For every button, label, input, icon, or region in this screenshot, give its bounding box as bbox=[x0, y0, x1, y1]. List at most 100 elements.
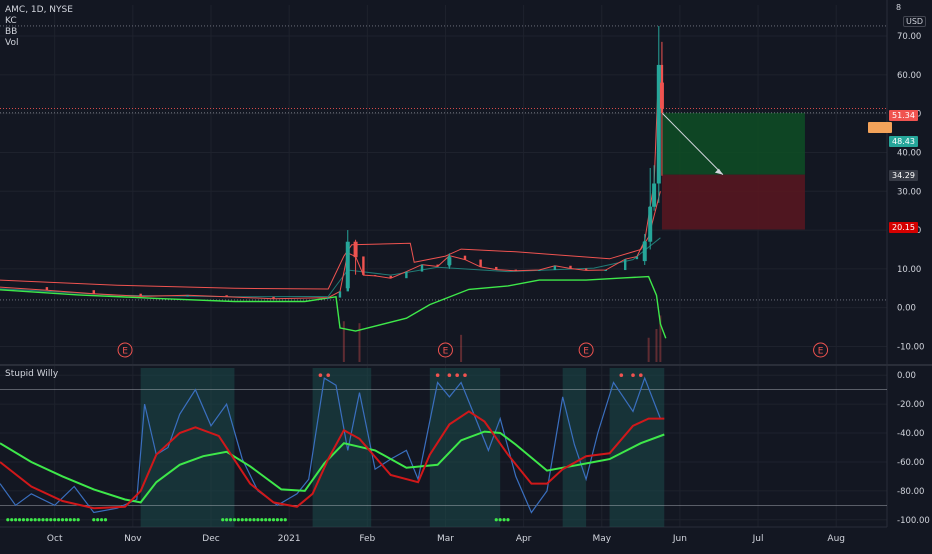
candle bbox=[405, 271, 408, 279]
price-pill-stop-text: 20.15 bbox=[892, 223, 915, 232]
volume-bar bbox=[655, 329, 658, 362]
osc-top-marker bbox=[619, 373, 624, 378]
candle bbox=[514, 269, 517, 271]
osc-bottom-marker bbox=[21, 518, 26, 522]
candle bbox=[327, 297, 330, 299]
time-tick-label: Feb bbox=[359, 534, 375, 544]
osc-shaded-range bbox=[609, 368, 665, 527]
earnings-marker-label: E bbox=[122, 347, 128, 357]
osc-bottom-marker bbox=[33, 518, 37, 522]
currency-label: USD bbox=[906, 17, 924, 26]
osc-bottom-marker bbox=[10, 518, 14, 522]
candle bbox=[92, 290, 95, 294]
osc-tick-label: -80.00 bbox=[897, 487, 924, 497]
osc-bottom-marker bbox=[37, 518, 41, 522]
symbol-line: AMC, 1D, NYSE bbox=[5, 5, 73, 15]
osc-bottom-marker bbox=[236, 518, 240, 522]
price-pill-entry: 48.43 bbox=[889, 136, 918, 147]
candle bbox=[338, 291, 342, 298]
earnings-marker-label: E bbox=[443, 347, 449, 357]
osc-bottom-marker bbox=[72, 518, 76, 522]
volume-bar bbox=[460, 334, 463, 362]
osc-bottom-marker bbox=[283, 518, 287, 522]
osc-bottom-marker bbox=[60, 518, 65, 522]
candle bbox=[272, 296, 275, 299]
candle bbox=[186, 295, 189, 297]
osc-top-marker bbox=[631, 373, 635, 378]
candle bbox=[373, 275, 377, 277]
osc-bottom-marker bbox=[228, 518, 233, 522]
osc-tick-label: -20.00 bbox=[897, 400, 924, 410]
candle bbox=[495, 266, 498, 270]
osc-bottom-marker bbox=[260, 518, 264, 522]
candle-body bbox=[652, 183, 657, 207]
keltner-upper-line bbox=[0, 191, 661, 290]
candle bbox=[584, 268, 588, 271]
osc-bottom-marker bbox=[248, 518, 252, 522]
osc-bottom-marker bbox=[68, 518, 72, 522]
osc-tick-label: 0.00 bbox=[897, 371, 916, 381]
candle bbox=[389, 275, 392, 279]
osc-bottom-marker bbox=[17, 518, 22, 522]
osc-bottom-marker bbox=[244, 518, 248, 522]
candle-body bbox=[447, 257, 452, 265]
candle bbox=[225, 295, 228, 297]
osc-bottom-marker bbox=[506, 518, 510, 522]
osc-bottom-marker bbox=[103, 518, 108, 522]
candle-body bbox=[659, 82, 664, 109]
osc-bottom-marker bbox=[264, 518, 268, 522]
osc-bottom-marker bbox=[256, 518, 260, 522]
currency-button[interactable]: USD bbox=[903, 16, 927, 27]
osc-bottom-marker bbox=[494, 518, 498, 522]
price-pill-target: 34.29 bbox=[889, 170, 918, 181]
price-tick-label: 60.00 bbox=[897, 71, 921, 81]
oscillator-title[interactable]: Stupid Willy bbox=[5, 369, 58, 380]
price-tick-label: 40.00 bbox=[897, 148, 921, 158]
time-tick-label: Jun bbox=[672, 534, 687, 544]
osc-top-marker bbox=[447, 373, 452, 378]
candle bbox=[463, 255, 467, 260]
volume-bar bbox=[647, 337, 650, 362]
candle-body bbox=[353, 241, 358, 258]
chart-legend: AMC, 1D, NYSE KC BB Vol bbox=[5, 5, 73, 49]
price-pill-entry-text: 48.43 bbox=[892, 137, 915, 146]
profit-zone[interactable] bbox=[661, 112, 805, 175]
indicator-bb[interactable]: BB bbox=[5, 27, 73, 38]
candle bbox=[479, 259, 482, 267]
loss-zone[interactable] bbox=[661, 174, 805, 230]
price-tick-label: 0.00 bbox=[897, 304, 916, 314]
price-chart-svg[interactable]: EEEE-10.000.0010.0020.0030.0040.0050.006… bbox=[0, 0, 932, 550]
scale-corner-text: 8 bbox=[896, 3, 902, 12]
osc-bottom-marker bbox=[45, 518, 49, 522]
osc-tick-label: -60.00 bbox=[897, 458, 924, 468]
indicator-vol[interactable]: Vol bbox=[5, 38, 73, 49]
oscillator-legend: Stupid Willy bbox=[5, 369, 58, 380]
osc-bottom-marker bbox=[268, 518, 272, 522]
time-tick-label: Apr bbox=[516, 534, 532, 544]
candle bbox=[623, 259, 627, 271]
candle-body bbox=[642, 241, 647, 262]
osc-top-marker bbox=[639, 373, 643, 378]
candle bbox=[45, 287, 49, 291]
osc-top-marker bbox=[455, 373, 459, 378]
osc-bottom-marker bbox=[240, 518, 244, 522]
osc-bottom-marker bbox=[498, 518, 502, 522]
earnings-marker-label: E bbox=[818, 347, 824, 357]
candle bbox=[420, 264, 424, 272]
chart-workspace[interactable]: EEEE-10.000.0010.0020.0030.0040.0050.006… bbox=[0, 0, 932, 550]
countdown-pill bbox=[868, 122, 892, 133]
volume-bar bbox=[358, 323, 361, 362]
candle bbox=[569, 265, 572, 269]
osc-top-marker bbox=[318, 373, 323, 378]
osc-bottom-marker bbox=[76, 518, 80, 522]
osc-bottom-marker bbox=[64, 518, 69, 522]
price-tick-label: 10.00 bbox=[897, 265, 921, 275]
candle bbox=[635, 256, 639, 260]
osc-bottom-marker bbox=[96, 518, 100, 522]
time-tick-label: Aug bbox=[827, 534, 845, 544]
osc-bottom-marker bbox=[41, 518, 45, 522]
scale-corner-label[interactable]: 8 bbox=[896, 3, 901, 12]
indicator-kc[interactable]: KC bbox=[5, 16, 73, 27]
osc-bottom-marker bbox=[29, 518, 33, 522]
earnings-marker-label: E bbox=[583, 347, 589, 357]
